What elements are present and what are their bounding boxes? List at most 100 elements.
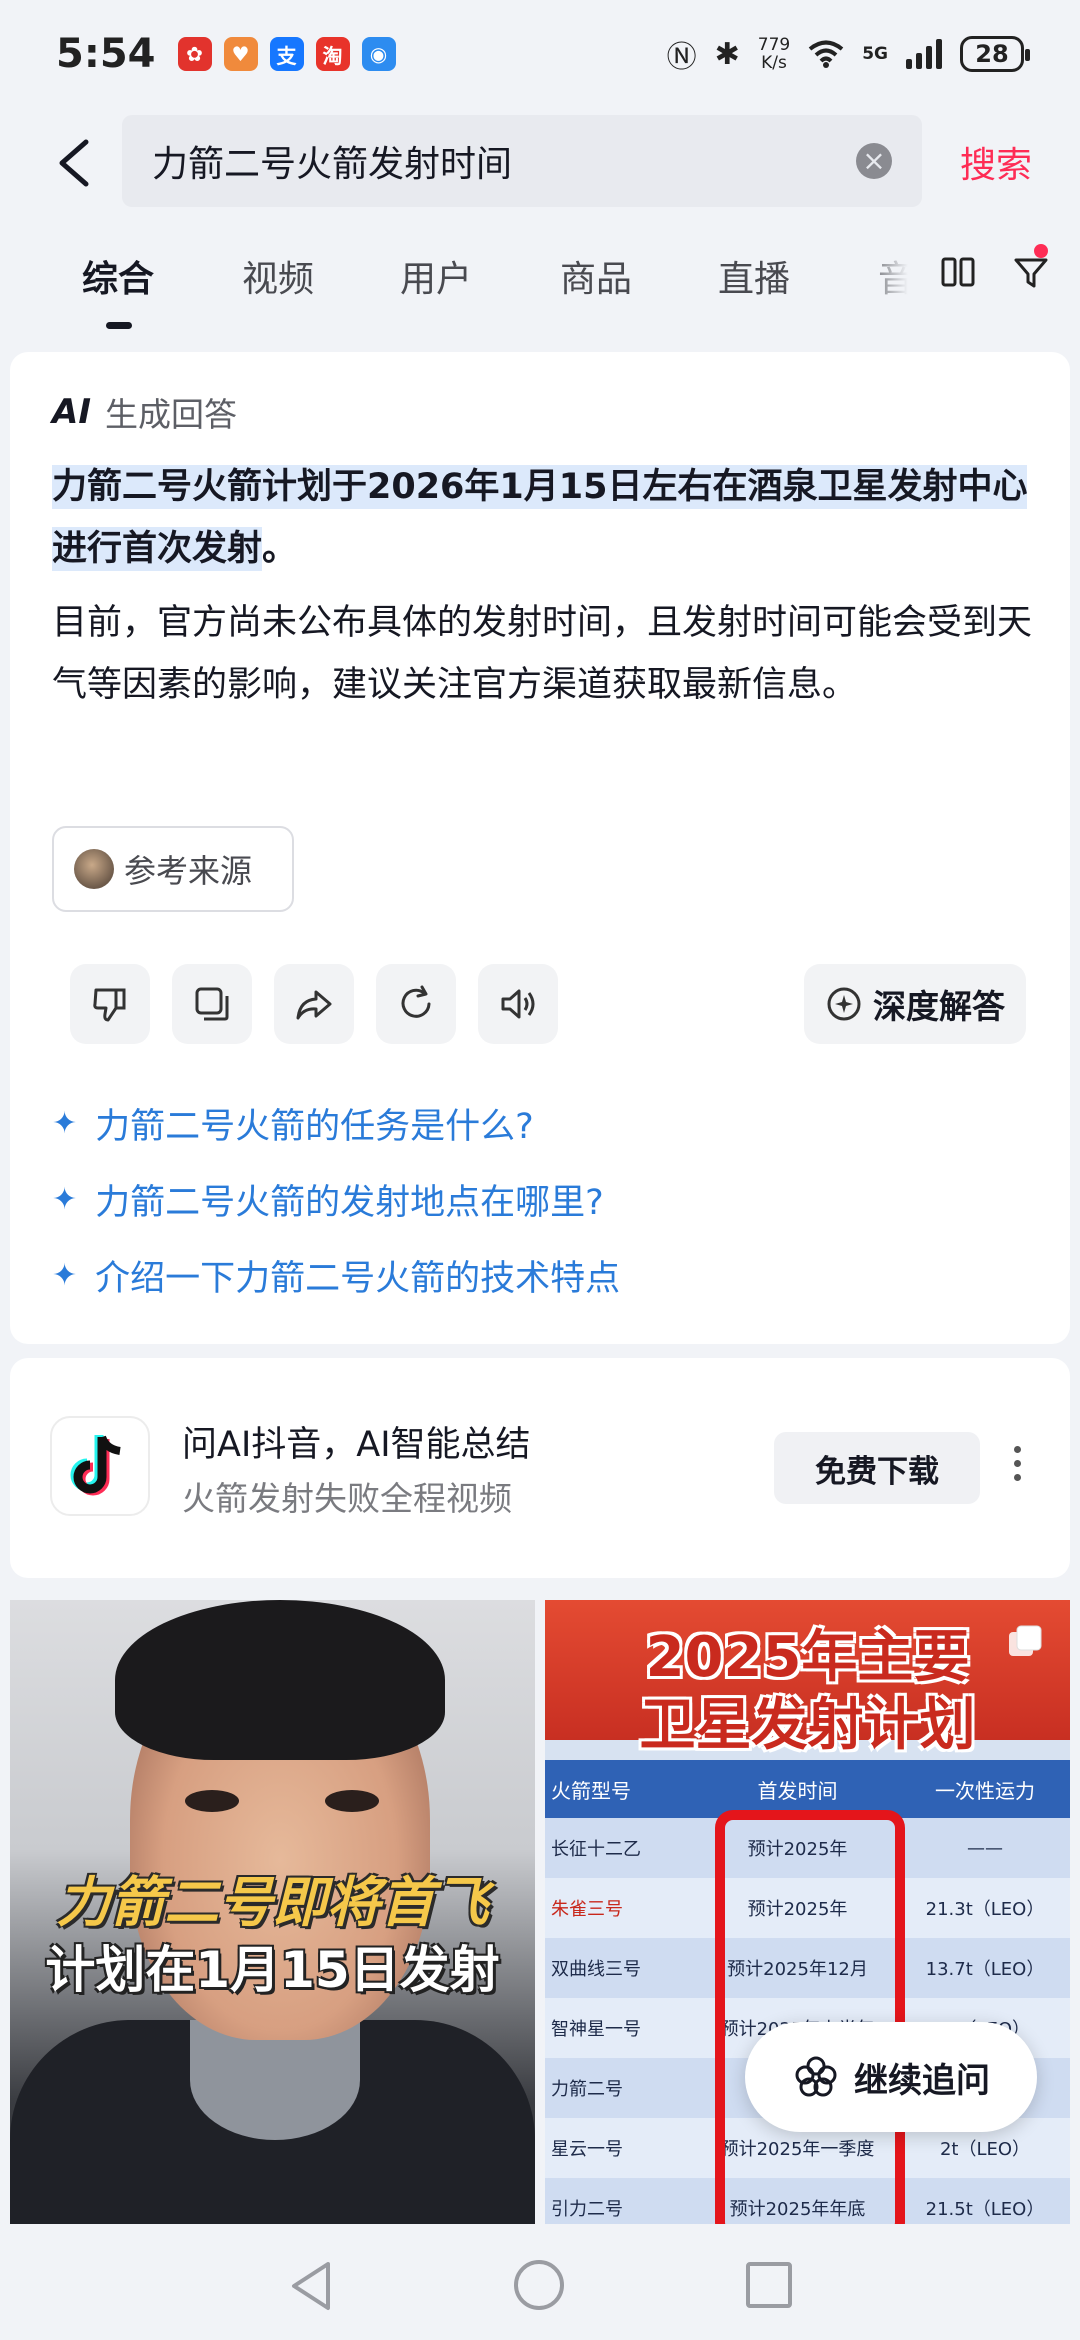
table-cell: 13.7t（LEO）	[925, 1959, 1045, 1980]
table-header-cell: 首发时间	[757, 1778, 838, 1803]
search-input[interactable]: 力箭二号火箭发射时间 ×	[122, 115, 922, 207]
nav-back-icon[interactable]	[288, 2260, 336, 2312]
table-cell: 长征十二乙	[551, 1839, 641, 1860]
ai-highlight-text: 力箭二号火箭计划于2026年1月15日左右在酒泉卫星发射中心进行首次发射	[52, 465, 1028, 571]
tab-fade	[860, 240, 940, 310]
thumb-hair	[115, 1600, 445, 1760]
health-app-icon: ♥	[223, 37, 258, 71]
table-cell: 21.5t（LEO）	[925, 2199, 1045, 2220]
source-avatar	[74, 849, 114, 889]
table-cell: 朱雀三号	[551, 1899, 623, 1920]
promo-subtitle: 火箭发射失败全程视频	[182, 1479, 512, 1518]
video-title-line1: 力箭二号即将首飞	[56, 1871, 489, 1934]
suggestion-text: 力箭二号火箭的发射地点在哪里?	[95, 1183, 604, 1223]
bluetooth-icon: ✱	[714, 36, 740, 72]
table-cell: 智神星一号	[551, 2019, 641, 2040]
share-icon	[296, 990, 332, 1020]
ai-action-row	[70, 964, 558, 1044]
copy-icon	[195, 987, 229, 1021]
table-header-cell: 一次性运力	[935, 1778, 1035, 1803]
sparkle-icon: ✦	[52, 1258, 78, 1293]
taobao-app-icon: 淘	[315, 37, 350, 71]
table-cell: 星云一号	[551, 2139, 623, 2160]
status-bar: 5:54 ✿ ♥ 支 淘 ◉ Ⓝ ✱ 779 K/s 5G 28	[0, 0, 1080, 108]
ai-answer-highlight: 力箭二号火箭计划于2026年1月15日左右在酒泉卫星发射中心进行首次发射。	[52, 456, 1032, 580]
more-options-icon[interactable]	[1014, 1446, 1024, 1488]
table-header-cell: 火箭型号	[551, 1778, 631, 1803]
deep-answer-label: 深度解答	[873, 987, 1005, 1026]
nav-home-icon[interactable]	[514, 2260, 564, 2310]
clear-icon[interactable]: ×	[856, 143, 892, 179]
search-tabs: 综合 视频 用户 商品 直播 音	[0, 240, 1080, 340]
free-download-button[interactable]: 免费下载	[774, 1432, 980, 1504]
search-query: 力箭二号火箭发射时间	[152, 144, 513, 185]
highlight-box	[715, 1810, 905, 2224]
huawei-app-icon: ✿	[177, 37, 212, 71]
suggested-question-2[interactable]: ✦ 力箭二号火箭的发射地点在哪里?	[52, 1174, 604, 1225]
signal-icon	[906, 39, 942, 69]
dislike-button[interactable]	[70, 964, 150, 1044]
nfc-icon: Ⓝ	[666, 40, 697, 75]
system-nav-bar	[0, 2224, 1080, 2340]
filter-notification-dot	[1034, 244, 1048, 258]
table-cell: 21.3t（LEO）	[925, 1899, 1045, 1920]
table-cell: 2t（LEO）	[939, 2139, 1031, 2160]
net-speed: 779 K/s	[758, 36, 790, 72]
active-tab-indicator	[106, 322, 132, 329]
regenerate-button[interactable]	[376, 964, 456, 1044]
battery-indicator: 28	[960, 36, 1030, 72]
sparkle-icon: ✦	[52, 1182, 78, 1217]
tab-users[interactable]: 用户	[400, 250, 472, 302]
alipay-app-icon: 支	[269, 37, 304, 71]
net-speed-value: 779	[757, 35, 791, 55]
layout-toggle-icon[interactable]	[940, 254, 976, 290]
thumbs-down-icon	[93, 988, 126, 1022]
table-cell: ——	[967, 1837, 1003, 1859]
suggestion-text: 介绍一下力箭二号火箭的技术特点	[95, 1259, 621, 1299]
filter-icon[interactable]	[1012, 254, 1050, 292]
table-cell: 引力二号	[551, 2199, 623, 2220]
read-aloud-button[interactable]	[478, 964, 558, 1044]
search-header: 力箭二号火箭发射时间 × 搜索	[0, 108, 1080, 218]
notification-icons: ✿ ♥ 支 淘 ◉	[177, 37, 396, 71]
video-thumbnail-left[interactable]: 力箭二号即将首飞 计划在1月15日发射	[10, 1600, 535, 2224]
continue-asking-button[interactable]: 继续追问	[745, 2022, 1037, 2132]
tab-general[interactable]: 综合	[82, 250, 154, 302]
suggested-question-3[interactable]: ✦ 介绍一下力箭二号火箭的技术特点	[52, 1250, 620, 1301]
ai-sparkle-icon	[827, 987, 861, 1021]
multi-image-icon	[1009, 1625, 1042, 1656]
speaker-icon	[501, 989, 535, 1019]
thumb-eye	[325, 1790, 379, 1812]
ai-highlight-punct: 。	[262, 529, 298, 569]
share-button[interactable]	[274, 964, 354, 1044]
copy-button[interactable]	[172, 964, 252, 1044]
source-label: 参考来源	[124, 852, 253, 890]
system-indicators: Ⓝ ✱ 779 K/s 5G 28	[666, 32, 1030, 76]
ai-flower-icon	[795, 2056, 837, 2097]
search-button[interactable]: 搜索	[960, 136, 1032, 188]
ai-answer-header: AI 生成回答	[52, 388, 237, 436]
continue-asking-label: 继续追问	[854, 2060, 990, 2101]
suggested-question-1[interactable]: ✦ 力箭二号火箭的任务是什么?	[52, 1098, 534, 1149]
tab-video[interactable]: 视频	[242, 250, 314, 302]
app-promo-card[interactable]: 问AI抖音，AI智能总结 火箭发射失败全程视频 免费下载	[10, 1358, 1070, 1578]
ai-logo: AI	[52, 392, 91, 432]
deep-answer-button[interactable]: 深度解答	[804, 964, 1026, 1044]
sparkle-icon: ✦	[52, 1106, 78, 1141]
thumb-eye	[185, 1790, 239, 1812]
nav-recent-apps-icon[interactable]	[746, 2262, 792, 2308]
wifi-icon	[808, 40, 844, 68]
table-cell: 双曲线三号	[551, 1959, 641, 1980]
status-time: 5:54	[56, 31, 156, 77]
tab-live[interactable]: 直播	[718, 250, 790, 302]
promo-title: 问AI抖音，AI智能总结	[182, 1425, 531, 1465]
douyin-logo-icon	[50, 1416, 150, 1516]
video-title-line2: 计划在1月15日发射	[45, 1941, 500, 1999]
tab-products[interactable]: 商品	[560, 250, 632, 302]
back-arrow-icon[interactable]	[52, 138, 96, 188]
network-type: 5G	[862, 44, 888, 64]
reference-source-button[interactable]: 参考来源	[52, 826, 294, 912]
refresh-icon	[401, 985, 431, 1018]
assistant-app-icon: ◉	[361, 37, 396, 71]
ai-answer-body: 目前，官方尚未公布具体的发射时间，且发射时间可能会受到天气等因素的影响，建议关注…	[52, 603, 1033, 705]
